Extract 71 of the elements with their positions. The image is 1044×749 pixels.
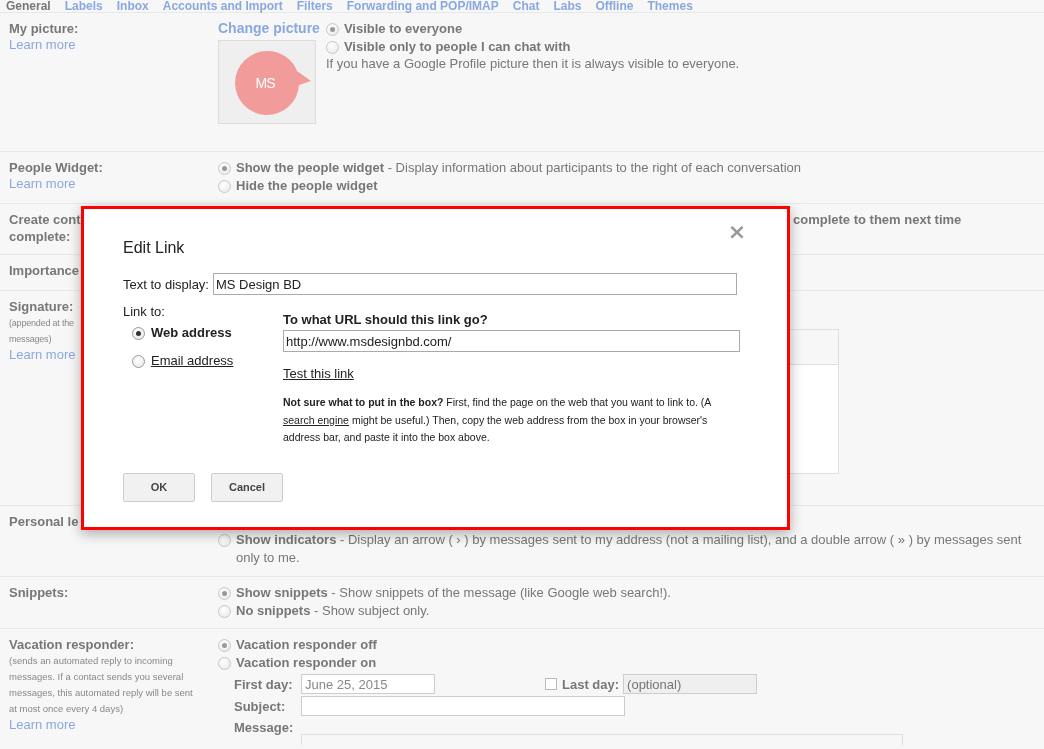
- radio-button[interactable]: [218, 587, 231, 600]
- settings-tab[interactable]: Labs: [553, 0, 582, 12]
- option-label: Show snippets - Show snippets of the message (like Google web search!).: [236, 584, 671, 602]
- setting-note: messages): [9, 333, 52, 346]
- option-label: No snippets - Show subject only.: [236, 602, 430, 620]
- settings-tab[interactable]: Inbox: [116, 0, 149, 12]
- link-type-option[interactable]: Email address: [151, 353, 234, 369]
- setting-label: Vacation responder:: [9, 636, 134, 653]
- field-label: First day:: [234, 676, 294, 692]
- field-label: Link to:: [123, 304, 165, 319]
- setting-label: My picture:: [9, 20, 79, 37]
- radio-button[interactable]: [325, 23, 339, 36]
- text-to-display-field[interactable]: MS Design BD: [213, 273, 737, 295]
- setting-label: complete:: [9, 228, 71, 245]
- field-label: Message:: [234, 720, 295, 735]
- setting-note: (appended at the: [9, 317, 74, 330]
- setting-label: Signature:: [9, 298, 74, 315]
- field-label: Subject:: [234, 698, 287, 714]
- settings-tab[interactable]: Forwarding and POP/IMAP: [346, 0, 499, 12]
- settings-tab[interactable]: Labels: [64, 0, 103, 12]
- url-question: To what URL should this link go?: [283, 312, 488, 327]
- change-picture-link[interactable]: Change picture: [218, 20, 320, 36]
- url-field[interactable]: http://www.msdesignbd.com/: [283, 330, 740, 352]
- settings-tab[interactable]: Accounts and Import: [162, 0, 283, 12]
- radio-button[interactable]: [218, 639, 231, 652]
- radio-button[interactable]: [132, 326, 145, 340]
- learn-more-link[interactable]: Learn more: [9, 347, 76, 363]
- settings-tab[interactable]: Offline: [595, 0, 634, 12]
- setting-label: People Widget:: [9, 159, 103, 176]
- settings-tab[interactable]: Filters: [296, 0, 333, 12]
- signature-editor[interactable]: [790, 329, 839, 474]
- picture-note: If you have a Google Profile picture then it is always visible to everyone.: [325, 56, 740, 72]
- radio-button[interactable]: [218, 534, 231, 547]
- subject-field[interactable]: [301, 696, 625, 716]
- option-label: Visible only to people I can chat with: [343, 38, 571, 56]
- field-label: Last day:: [562, 676, 620, 692]
- setting-label: Create cont: [9, 211, 81, 228]
- ok-button[interactable]: OK: [123, 472, 195, 502]
- help-text: Not sure what to put in the box? First, find the page on the web that you want to link to. (A search engine might be useful.) Then, copy the web address from the box in your browser's address bar, and paste it into the box above.: [283, 395, 712, 445]
- option-label: Show indicators - Display an arrow ( › ) by messages sent to my address (not a mailing list), and a double arrow ( » ) by messages sent only to me.: [236, 531, 1023, 567]
- option-label: Vacation responder off: [236, 636, 377, 654]
- settings-tab[interactable]: General: [6, 0, 51, 12]
- setting-note: (sends an automated reply to incoming messages. If a contact sends you several messages, this automated reply will be sent at most once every 4 days): [9, 654, 194, 716]
- learn-more-link[interactable]: Learn more: [9, 717, 76, 733]
- cancel-button[interactable]: Cancel: [211, 472, 283, 502]
- link-type-option[interactable]: Web address: [151, 325, 232, 341]
- radio-button[interactable]: [218, 605, 231, 618]
- field-label: Text to display:: [123, 276, 209, 292]
- learn-more-link[interactable]: Learn more: [9, 37, 76, 53]
- radio-button[interactable]: [218, 180, 231, 193]
- radio-button[interactable]: [132, 354, 145, 368]
- search-engine-link[interactable]: search engine: [283, 413, 349, 426]
- test-link[interactable]: Test this link: [283, 366, 354, 381]
- option-label: Vacation responder on: [236, 654, 377, 672]
- setting-label: Snippets:: [9, 584, 69, 601]
- settings-tab[interactable]: Themes: [647, 0, 693, 12]
- learn-more-link[interactable]: Learn more: [9, 176, 76, 192]
- option-label: Visible to everyone: [343, 20, 463, 38]
- first-day-field[interactable]: June 25, 2015: [301, 674, 435, 694]
- close-button[interactable]: ×: [701, 217, 773, 246]
- radio-button[interactable]: [325, 41, 339, 54]
- dialog-title: Edit Link: [123, 239, 185, 257]
- setting-label: Importance: [9, 262, 80, 279]
- setting-text: complete to them next time: [793, 211, 963, 228]
- radio-button[interactable]: [218, 162, 231, 175]
- radio-button[interactable]: [218, 657, 231, 670]
- setting-label: Personal le: [9, 513, 79, 530]
- settings-tab[interactable]: Chat: [512, 0, 540, 12]
- profile-logo: MS: [218, 40, 316, 124]
- option-label: Show the people widget - Display information about participants to the right of each conversation: [236, 159, 801, 177]
- option-label: Hide the people widget: [236, 177, 378, 195]
